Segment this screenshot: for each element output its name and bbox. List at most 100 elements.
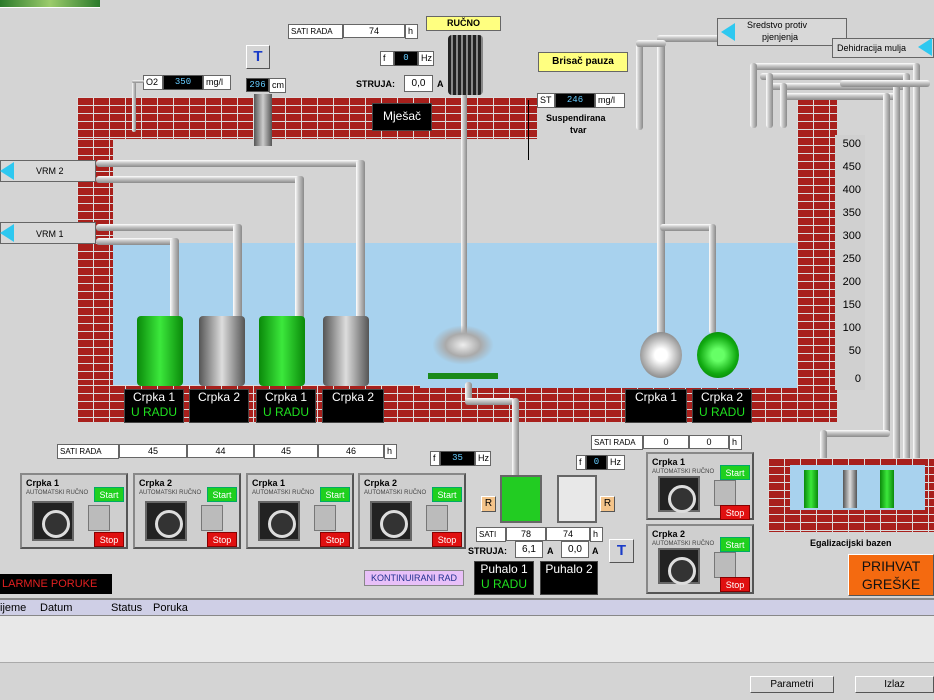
mixer-struja-value: 0,0 [404,75,433,92]
o2-label: O2 [143,75,163,90]
scale-label: 50 [848,345,861,357]
blower1-reset-button[interactable]: R [481,496,496,512]
blower-temperature-button[interactable]: T [609,539,634,563]
pump-label[interactable]: Crpka 1 U RADU [256,389,316,423]
pump-control-panel: Crpka 1 AUTOMATSKI RUČNO Start Stop [646,452,754,520]
st-unit: mg/l [595,93,625,108]
basin-pump-icon [880,470,894,508]
stop-button[interactable]: Stop [94,532,124,547]
stop-button[interactable]: Stop [320,532,350,547]
pump-label[interactable]: Crpka 1 U RADU [124,389,184,423]
panel-mode-label: AUTOMATSKI RUČNO [652,469,715,475]
stop-button[interactable]: Stop [720,505,750,520]
start-button[interactable]: Start [432,487,462,502]
pump-label[interactable]: Crpka 1 [625,389,687,423]
pump-label[interactable]: Crpka 2 [189,389,249,423]
scale-label: 150 [842,299,861,311]
stop-button[interactable]: Stop [432,532,462,547]
pump-label[interactable]: Crpka 2 [322,389,384,423]
pipe [660,224,715,231]
level-sensor-icon [254,94,272,146]
vrm2-arrow-icon [0,162,14,180]
mixer-impeller-icon [432,325,494,365]
mode-selector-knob[interactable] [258,501,300,541]
blower1-label[interactable]: Puhalo 1 U RADU [474,561,534,595]
pump-name: Crpka 2 [700,390,744,404]
start-button[interactable]: Start [720,537,750,552]
blower-name: Puhalo 2 [545,562,593,576]
pump-name: Crpka 2 [197,390,241,404]
right-sati-value: 0 [643,435,689,449]
col-poruka[interactable]: Poruka [153,602,188,614]
scale-label: 200 [842,276,861,288]
scale-label: 0 [854,373,861,385]
aerator-grid [428,373,498,379]
blower1-f-label: f [430,451,440,466]
blower-status: U RADU [480,577,527,591]
switch-icon [201,505,223,531]
switch-icon [88,505,110,531]
start-button[interactable]: Start [720,465,750,480]
blower-name: Puhalo 1 [480,562,528,576]
izlaz-button[interactable]: Izlaz [855,676,934,693]
pump-control-panel: Crpka 2 AUTOMATSKI RUČNO Start Stop [133,473,241,549]
pipe [840,80,930,87]
st-desc-1: Suspendirana [546,113,606,123]
panel-mode-label: AUTOMATSKI RUČNO [652,541,715,547]
right-sati-unit: h [729,435,742,450]
pipe [657,40,665,340]
col-status[interactable]: Status [111,602,142,614]
mode-selector-knob[interactable] [658,548,700,585]
o2-unit: mg/l [203,75,231,90]
scale-label: 300 [842,230,861,242]
continuous-mode-label: KONTINUIRANI RAD [364,570,464,586]
blower2-label[interactable]: Puhalo 2 [540,561,598,595]
mode-selector-knob[interactable] [658,476,700,513]
start-button[interactable]: Start [207,487,237,502]
pipe [96,176,301,183]
pump-icon [323,316,369,386]
blower2-struja-unit: A [592,546,599,556]
stop-button[interactable]: Stop [207,532,237,547]
parametri-button[interactable]: Parametri [750,676,834,693]
mixer-f-unit: Hz [418,51,434,66]
mixer-struja-unit: A [437,79,444,89]
pipe [233,224,242,324]
acknowledge-errors-button[interactable]: PRIHVAT GREŠKE [848,554,934,596]
mode-selector-knob[interactable] [32,501,74,541]
dehidracija-label: Dehidracija mulja [837,43,907,53]
scale-label: 400 [842,184,861,196]
col-vrijeme[interactable]: ijeme [0,602,26,614]
basin-pump-icon [804,470,818,508]
pump-name: Crpka 1 [634,390,678,404]
sredstvo-label-2: pjenjenja [762,32,799,42]
pipe [96,224,241,231]
blower2-f-value: 0 [586,455,607,470]
mixer-struja-label: STRUJA: [356,79,396,89]
col-datum[interactable]: Datum [40,602,72,614]
scale-label: 450 [842,161,861,173]
sati-rada-unit: h [405,24,418,39]
pump-control-panel: Crpka 2 AUTOMATSKI RUČNO Start Stop [358,473,466,549]
basin-pump-icon [843,470,857,508]
stop-button[interactable]: Stop [720,577,750,592]
pipe [780,93,898,100]
start-button[interactable]: Start [94,487,124,502]
mode-selector-knob[interactable] [370,501,412,541]
right-sati-value: 0 [689,435,729,449]
pump-icon [259,316,305,386]
sredstvo-arrow-icon [721,23,735,41]
blower2-reset-button[interactable]: R [600,496,615,512]
mixer-motor-icon [448,35,483,95]
blower1-sati-value: 78 [506,527,546,541]
panel-title: Crpka 2 [364,478,398,488]
temperature-button[interactable]: T [246,45,270,69]
start-button[interactable]: Start [320,487,350,502]
pump-label[interactable]: Crpka 2 U RADU [692,389,752,423]
switch-icon [714,552,736,578]
blower2-f-unit: Hz [607,455,625,470]
mode-selector-knob[interactable] [145,501,187,541]
panel-mode-label: AUTOMATSKI RUČNO [139,490,202,496]
tank-wall-right-top [797,97,837,139]
vrm1-arrow-icon [0,224,14,242]
